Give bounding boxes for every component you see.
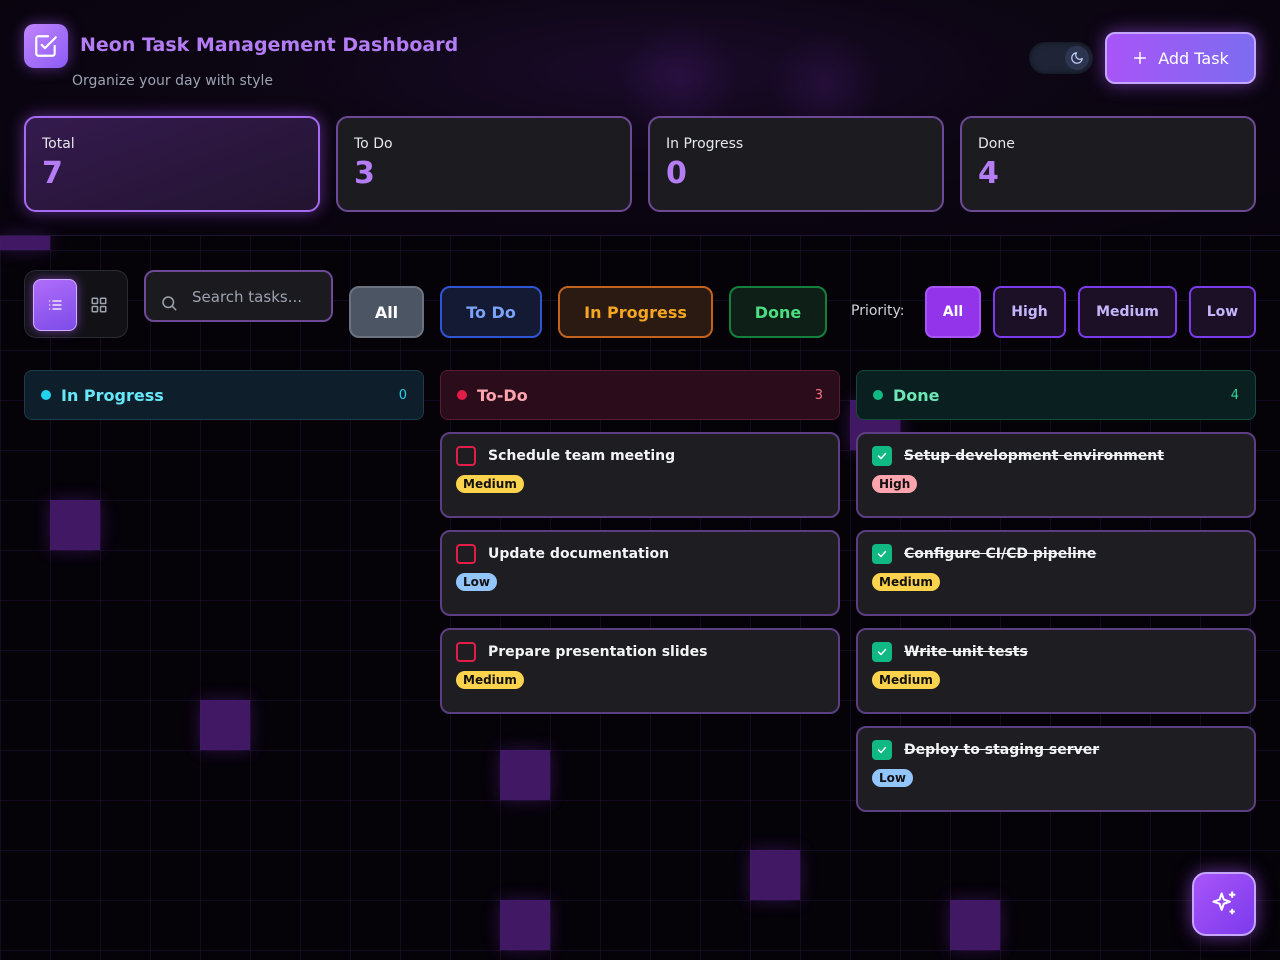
app-subtitle: Organize your day with style: [72, 73, 274, 89]
grid-view-button[interactable]: [77, 279, 121, 331]
status-dot: [873, 390, 883, 400]
column-title: In Progress: [61, 385, 164, 405]
task-card[interactable]: Deploy to staging server Low: [856, 726, 1256, 812]
task-title: Configure CI/CD pipeline: [904, 546, 1097, 562]
column-title: To-Do: [477, 385, 528, 405]
priority-badge: High: [872, 475, 918, 493]
filter-status-todo[interactable]: To Do: [440, 286, 542, 338]
column-title: Done: [893, 385, 940, 405]
background-square: [500, 900, 550, 950]
view-toggle: [24, 270, 128, 338]
task-checkbox[interactable]: [456, 544, 476, 564]
task-checkbox[interactable]: [872, 740, 892, 760]
moon-icon: [1071, 52, 1083, 64]
task-card[interactable]: Setup development environment High: [856, 432, 1256, 518]
stat-label: Done: [978, 136, 1015, 152]
filter-status-done[interactable]: Done: [729, 286, 827, 338]
ai-assist-button[interactable]: [1192, 872, 1256, 936]
list-icon: [49, 300, 62, 310]
list-view-button[interactable]: [33, 279, 77, 331]
stat-value: 0: [666, 156, 687, 191]
filter-priority-medium[interactable]: Medium: [1078, 286, 1177, 338]
sparkles-icon: [1212, 891, 1236, 915]
column-count: 0: [398, 387, 407, 403]
add-task-label: Add Task: [1158, 48, 1229, 68]
background-square: [950, 900, 1000, 950]
search-input[interactable]: [192, 288, 322, 306]
stat-card-todo[interactable]: To Do 3: [336, 116, 632, 212]
stat-value: 3: [354, 156, 375, 191]
stat-card-in-progress[interactable]: In Progress 0: [648, 116, 944, 212]
column-header-todo: To-Do 3: [440, 370, 840, 420]
app-title: Neon Task Management Dashboard: [80, 34, 459, 56]
app-logo: [24, 24, 68, 68]
task-title: Prepare presentation slides: [488, 644, 708, 660]
priority-badge: Medium: [872, 573, 940, 591]
column-count: 4: [1230, 387, 1239, 403]
theme-toggle[interactable]: [1029, 42, 1093, 74]
stat-card-done[interactable]: Done 4: [960, 116, 1256, 212]
background-square: [50, 500, 100, 550]
priority-badge: Low: [872, 769, 913, 787]
task-checkbox[interactable]: [872, 544, 892, 564]
filter-status-in-progress[interactable]: In Progress: [558, 286, 713, 338]
background-square: [500, 750, 550, 800]
task-checkbox[interactable]: [872, 642, 892, 662]
column-header-done: Done 4: [856, 370, 1256, 420]
filter-priority-high[interactable]: High: [993, 286, 1066, 338]
add-task-button[interactable]: Add Task: [1105, 32, 1256, 84]
task-title: Update documentation: [488, 546, 670, 562]
plus-icon: [1134, 51, 1147, 65]
stat-label: In Progress: [666, 136, 744, 152]
priority-badge: Medium: [456, 475, 524, 493]
task-card[interactable]: Write unit tests Medium: [856, 628, 1256, 714]
task-title: Schedule team meeting: [488, 448, 676, 464]
priority-label: Priority:: [851, 303, 905, 319]
theme-toggle-knob: [1065, 46, 1089, 70]
check-icon: [877, 452, 887, 460]
stat-label: Total: [42, 136, 75, 152]
task-title: Deploy to staging server: [904, 742, 1100, 758]
status-dot: [41, 390, 51, 400]
task-card[interactable]: Configure CI/CD pipeline Medium: [856, 530, 1256, 616]
priority-badge: Medium: [872, 671, 940, 689]
column-count: 3: [814, 387, 823, 403]
check-square-icon: [35, 35, 57, 57]
status-dot: [457, 390, 467, 400]
background-square: [0, 236, 50, 250]
check-icon: [877, 648, 887, 656]
priority-badge: Medium: [456, 671, 524, 689]
stat-value: 4: [978, 156, 999, 191]
task-title: Setup development environment: [904, 448, 1164, 464]
background-square: [200, 700, 250, 750]
check-icon: [877, 550, 887, 558]
stat-value: 7: [42, 156, 63, 191]
task-checkbox[interactable]: [872, 446, 892, 466]
task-card[interactable]: Schedule team meeting Medium: [440, 432, 840, 518]
background-square: [750, 850, 800, 900]
task-title: Write unit tests: [904, 644, 1028, 660]
stat-label: To Do: [354, 136, 393, 152]
priority-badge: Low: [456, 573, 497, 591]
filter-status-all[interactable]: All: [349, 286, 424, 338]
check-icon: [877, 746, 887, 754]
grid-icon: [91, 297, 107, 313]
search-icon: [162, 296, 177, 311]
filter-priority-low[interactable]: Low: [1189, 286, 1256, 338]
search-box: [144, 270, 333, 322]
task-checkbox[interactable]: [456, 642, 476, 662]
filter-priority-all[interactable]: All: [925, 286, 981, 338]
task-checkbox[interactable]: [456, 446, 476, 466]
stat-card-total[interactable]: Total 7: [24, 116, 320, 212]
column-header-in-progress: In Progress 0: [24, 370, 424, 420]
task-card[interactable]: Prepare presentation slides Medium: [440, 628, 840, 714]
task-card[interactable]: Update documentation Low: [440, 530, 840, 616]
